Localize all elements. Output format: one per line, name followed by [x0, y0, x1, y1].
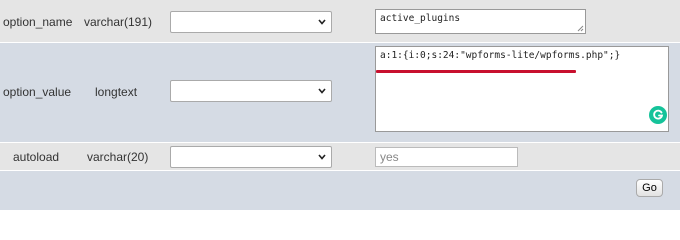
value-text: a:1:{i:0;s:24:"wpforms-lite/wpforms.php"… [380, 50, 621, 61]
submit-row [0, 171, 680, 210]
chevron-down-icon [318, 88, 326, 94]
field-row-option-name: option_name varchar(191) active_plugins [0, 0, 680, 43]
field-row-autoload: autoload varchar(20) [0, 143, 680, 171]
value-textarea[interactable]: a:1:{i:0;s:24:"wpforms-lite/wpforms.php"… [375, 46, 669, 132]
highlight-underline [376, 70, 576, 73]
grammarly-icon[interactable] [649, 106, 667, 124]
column-name: autoload [13, 150, 60, 164]
function-select[interactable] [170, 146, 332, 168]
column-type: longtext [95, 85, 138, 99]
function-select[interactable] [170, 80, 332, 102]
go-button[interactable]: Go [636, 179, 663, 197]
value-text: active_plugins [380, 13, 461, 24]
column-name: option_name [3, 15, 73, 29]
column-type: varchar(20) [87, 150, 149, 164]
value-textarea[interactable]: active_plugins [375, 9, 586, 34]
chevron-down-icon [318, 19, 326, 25]
chevron-down-icon [318, 154, 326, 160]
autoload-input[interactable]: yes [375, 147, 518, 167]
column-name: option_value [3, 85, 72, 99]
autoload-value: yes [380, 150, 399, 164]
function-select[interactable] [170, 11, 332, 33]
resize-grip-icon[interactable] [576, 24, 584, 32]
column-type: varchar(191) [84, 15, 153, 29]
